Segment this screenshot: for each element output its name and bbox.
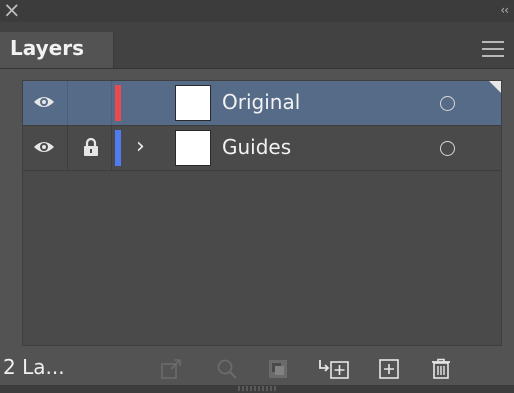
panel-footer: 2 La... — [0, 349, 514, 385]
target-circle-icon[interactable] — [440, 141, 455, 156]
tab-layers-label: Layers — [10, 36, 84, 60]
layer-color-indicator — [115, 85, 121, 121]
layer-row-guides[interactable]: › Guides — [23, 126, 501, 171]
panel-title-bar: × ‹‹ — [0, 0, 514, 22]
export-icon[interactable] — [160, 358, 182, 380]
chevron-right-icon[interactable]: › — [136, 134, 145, 159]
locate-object-icon[interactable] — [216, 358, 238, 380]
delete-icon[interactable] — [430, 358, 452, 380]
layers-list: Original › Guides — [22, 80, 502, 346]
create-sublayer-icon[interactable] — [318, 358, 350, 380]
resize-grip-bar[interactable] — [0, 385, 514, 393]
layer-thumbnail — [175, 85, 211, 121]
resize-grip-icon[interactable] — [238, 386, 278, 391]
layer-name[interactable]: Original — [222, 90, 300, 114]
collapse-double-chevron-icon[interactable]: ‹‹ — [500, 3, 509, 17]
make-clipping-mask-icon[interactable] — [267, 358, 289, 380]
layer-thumbnail — [175, 130, 211, 166]
tab-layers[interactable]: Layers — [0, 32, 114, 68]
close-icon[interactable]: × — [3, 0, 21, 22]
visibility-eye-icon[interactable] — [33, 139, 55, 155]
target-circle-icon[interactable] — [440, 96, 455, 111]
lock-icon[interactable] — [83, 137, 99, 157]
create-new-layer-icon[interactable] — [378, 358, 400, 380]
layer-count-label: 2 La... — [3, 355, 65, 379]
layer-color-indicator — [115, 130, 121, 166]
panel-tab-bar: Layers — [0, 22, 514, 69]
selection-corner-indicator — [489, 81, 501, 93]
hamburger-menu-icon[interactable] — [482, 41, 504, 57]
layer-row-original[interactable]: Original — [23, 81, 501, 126]
layer-name[interactable]: Guides — [222, 135, 291, 159]
visibility-eye-icon[interactable] — [33, 94, 55, 110]
